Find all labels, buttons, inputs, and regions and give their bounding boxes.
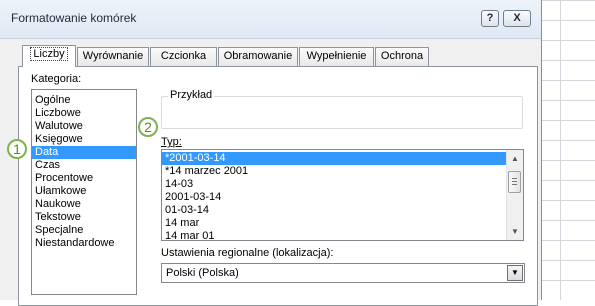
type-item[interactable]: 14 mar 01 <box>162 230 523 240</box>
close-button[interactable]: X <box>503 10 531 27</box>
category-item[interactable]: Ułamkowe <box>32 185 136 198</box>
type-item[interactable]: 14 mar <box>162 217 523 230</box>
callout-2: 2 <box>138 117 158 137</box>
category-item[interactable]: Ogólne <box>32 94 136 107</box>
category-item[interactable]: Księgowe <box>32 133 136 146</box>
title-bar: Formatowanie komórek ? X <box>0 0 541 39</box>
category-item[interactable]: Walutowe <box>32 120 136 133</box>
help-button[interactable]: ? <box>481 10 499 27</box>
type-item[interactable]: 01-03-14 <box>162 204 523 217</box>
dialog-title: Formatowanie komórek <box>11 11 137 25</box>
sample-group: Przykład <box>161 89 523 129</box>
scroll-thumb[interactable] <box>508 171 521 193</box>
locale-value: Polski (Polska) <box>166 267 239 279</box>
callout-1: 1 <box>7 139 27 159</box>
scroll-down-icon[interactable]: ▼ <box>507 223 523 240</box>
dropdown-arrow-icon[interactable]: ▼ <box>507 265 523 281</box>
tab-panel-liczby: Kategoria: Ogólne Liczbowe Walutowe Księgow… <box>18 66 538 306</box>
type-listbox[interactable]: *2001-03-14 *14 marzec 2001 14-03 2001-03-1… <box>161 149 524 241</box>
type-item[interactable]: *14 marzec 2001 <box>162 165 523 178</box>
type-label-text: Typ: <box>161 136 182 148</box>
type-list: *2001-03-14 *14 marzec 2001 14-03 2001-03-1… <box>162 150 523 240</box>
category-item[interactable]: Data <box>32 146 136 159</box>
tab-ochrona[interactable]: Ochrona <box>375 47 429 66</box>
locale-dropdown[interactable]: Polski (Polska) ▼ <box>161 263 525 283</box>
category-item[interactable]: Specjalne <box>32 224 136 237</box>
category-item[interactable]: Liczbowe <box>32 107 136 120</box>
locale-label: Ustawienia regionalne (lokalizacja): <box>161 247 334 259</box>
sample-label: Przykład <box>168 89 215 101</box>
tab-obramowanie[interactable]: Obramowanie <box>218 47 298 66</box>
tab-czcionka[interactable]: Czcionka <box>150 47 217 66</box>
spreadsheet-background <box>540 0 595 300</box>
type-scrollbar[interactable]: ▲ ▼ <box>506 150 523 240</box>
type-item[interactable]: 14-03 <box>162 178 523 191</box>
type-label: Typ: <box>161 136 182 148</box>
category-item[interactable]: Procentowe <box>32 172 136 185</box>
tab-wyrownanie[interactable]: Wyrównanie <box>77 47 149 66</box>
format-cells-dialog: Formatowanie komórek ? X Liczby Wyrównan… <box>0 0 542 306</box>
type-item[interactable]: 2001-03-14 <box>162 191 523 204</box>
category-listbox[interactable]: Ogólne Liczbowe Walutowe Księgowe Data Czas Pr… <box>31 89 137 295</box>
category-item[interactable]: Tekstowe <box>32 211 136 224</box>
type-item[interactable]: *2001-03-14 <box>162 152 523 165</box>
scroll-up-icon[interactable]: ▲ <box>507 150 523 167</box>
category-item[interactable]: Czas <box>32 159 136 172</box>
category-item[interactable]: Niestandardowe <box>32 237 136 250</box>
tab-wypelnienie[interactable]: Wypełnienie <box>299 47 374 66</box>
category-label: Kategoria: <box>31 73 82 85</box>
category-item[interactable]: Naukowe <box>32 198 136 211</box>
tab-liczby[interactable]: Liczby <box>22 45 76 67</box>
category-list: Ogólne Liczbowe Walutowe Księgowe Data Czas Pr… <box>32 90 136 250</box>
